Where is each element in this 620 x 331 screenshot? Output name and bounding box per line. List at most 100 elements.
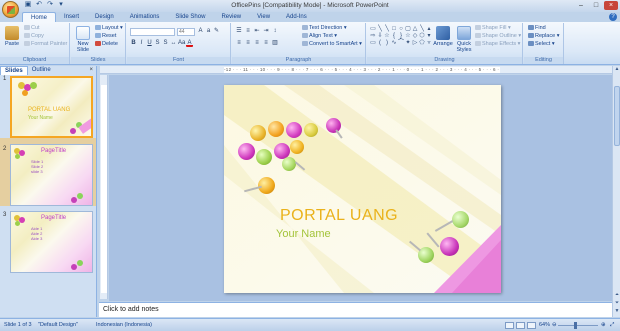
slide-show-icon[interactable] [527,322,536,329]
line-shape-icon[interactable]: ╲ [419,26,425,32]
strikethrough-icon[interactable]: S [154,40,161,47]
slide-thumbnail-1[interactable]: PORTAL UANG Your Name [10,76,93,138]
scroll-up-arrow-icon[interactable]: ▲ [613,66,620,72]
align-text-button[interactable]: Align Text ▾ [302,33,337,40]
scroll-down-arrow-icon[interactable]: ▼ [613,308,620,314]
line-spacing-icon[interactable]: ↕ [271,28,279,35]
character-spacing-icon[interactable]: ↔ [170,40,177,47]
maximize-icon[interactable]: □ [589,1,603,10]
align-left-icon[interactable]: ≡ [235,40,243,47]
oval-shape-icon[interactable]: ○ [398,26,404,32]
bold-icon[interactable]: B [130,40,137,47]
vertical-scrollbar[interactable]: ▲ ⏶ ⏷ ▼ [612,66,620,317]
close-icon[interactable]: × [604,1,618,10]
slide-thumbnail-2[interactable]: PageTitle Slide 1 Slide 2 slide 3 [10,144,93,206]
find-button[interactable]: Find [528,25,546,32]
curve-icon[interactable]: ⌒ [398,40,404,46]
arrow-right-icon[interactable]: ⇨ [370,33,376,39]
language-indicator[interactable]: Indonesian (Indonesia) [96,322,152,328]
justify-icon[interactable]: ≡ [262,40,270,47]
shadow-icon[interactable]: S [162,40,169,47]
shape-outline-button[interactable]: Shape Outline ▾ [475,33,521,40]
new-slide-button[interactable]: New Slide [73,26,93,53]
shape-fill-button[interactable]: Shape Fill ▾ [475,25,511,32]
shrink-font-icon[interactable]: a [205,28,212,35]
bracket-icon[interactable]: ( [377,40,383,46]
slide-subtitle[interactable]: Your Name [276,228,331,240]
font-size-field[interactable]: 44 [177,28,195,36]
paste-button[interactable]: Paste [3,26,21,47]
star-icon[interactable]: ✦ [405,40,411,46]
star-icon[interactable]: ☆ [405,33,411,39]
format-painter-button[interactable]: Format Painter [24,41,67,48]
align-center-icon[interactable]: ≡ [244,40,252,47]
rectangle-shape-icon[interactable]: □ [391,26,397,32]
underline-icon[interactable]: U [146,40,153,47]
text-direction-button[interactable]: Text Direction ▾ [302,25,347,32]
tab-slides[interactable]: Slides [0,66,28,75]
font-name-field[interactable] [130,28,175,36]
action-icon[interactable]: ▷ [412,40,418,46]
reset-button[interactable]: Reset [95,33,116,40]
numbering-icon[interactable]: ≡ [244,28,252,35]
shape-effects-button[interactable]: Shape Effects ▾ [475,41,520,48]
scrollbar-thumb[interactable] [614,86,620,146]
help-icon[interactable]: ? [609,13,617,21]
triangle-icon[interactable]: △ [412,26,418,32]
line-shape-icon[interactable]: ╲ [377,26,383,32]
fit-to-window-icon[interactable]: ⤢ [610,322,614,329]
pentagon-icon[interactable]: ⬠ [419,40,425,46]
cut-button[interactable]: Cut [24,25,40,32]
convert-smartart-button[interactable]: Convert to SmartArt ▾ [302,41,362,48]
brace-icon[interactable]: { [391,33,397,39]
brace-icon[interactable]: } [398,33,404,39]
copy-button[interactable]: Copy [24,33,44,40]
layout-button[interactable]: Layout ▾ [95,25,123,32]
shapes-gallery[interactable]: ▭ ╲ ╲ □ ○ ▢ △ ╲ ▴ ⇨ ⇩ ☆{} ☆ ◇ ⬡ ▾ ▭() ∿ ⌒ ✦ ▷ ⬠ ▿ [370,26,432,46]
slide-canvas[interactable]: PORTAL UANG Your Name [224,85,501,293]
arrow-icon[interactable]: ⇩ [377,33,383,39]
clear-formatting-icon[interactable]: ✎ [213,28,220,35]
zoom-slider-knob[interactable] [574,322,577,329]
close-icon[interactable]: × [89,66,93,75]
grow-font-icon[interactable]: A [197,28,204,35]
italic-icon[interactable]: I [138,40,145,47]
minimize-icon[interactable]: – [574,1,588,10]
delete-button[interactable]: Delete [95,41,118,48]
columns-icon[interactable]: ▥ [271,40,279,47]
slide-sorter-icon[interactable] [516,322,525,329]
zoom-out-icon[interactable]: ⊖ [552,322,557,328]
select-button[interactable]: Select ▾ [528,41,555,48]
tab-outline[interactable]: Outline [28,66,55,75]
align-right-icon[interactable]: ≡ [253,40,261,47]
curve-icon[interactable]: ∿ [391,40,397,46]
star-icon[interactable]: ☆ [384,33,390,39]
scroll-up-icon[interactable]: ▴ [426,26,432,32]
quick-styles-button[interactable]: Quick Styles [454,26,474,53]
bracket-icon[interactable]: ) [384,40,390,46]
normal-view-icon[interactable] [505,322,514,329]
font-color-icon[interactable]: A [186,40,193,47]
office-button[interactable] [2,1,19,18]
zoom-level[interactable]: 64% [539,322,550,328]
increase-indent-icon[interactable]: ⇥ [262,28,270,35]
hexagon-icon[interactable]: ⬡ [419,33,425,39]
replace-button[interactable]: Replace ▾ [528,33,559,40]
zoom-in-icon[interactable]: ⊕ [601,322,606,328]
notes-pane[interactable]: Click to add notes [99,302,612,317]
previous-slide-icon[interactable]: ⏶ [613,292,620,298]
more-shapes-icon[interactable]: ▿ [426,40,432,46]
slide-title[interactable]: PORTAL UANG [280,207,398,225]
change-case-icon[interactable]: Aa [178,40,185,47]
arrange-button[interactable]: Arrange [433,26,453,47]
line-shape-icon[interactable]: ╲ [384,26,390,32]
textbox-icon[interactable]: ▭ [370,26,376,32]
slide-thumbnail-3[interactable]: PageTitle Aide 1 Aide 2 Aide 3 [10,211,93,273]
decrease-indent-icon[interactable]: ⇤ [253,28,261,35]
bullets-icon[interactable]: ☰ [235,28,243,35]
scroll-down-icon[interactable]: ▾ [426,33,432,39]
rounded-rect-icon[interactable]: ▢ [405,26,411,32]
diamond-icon[interactable]: ◇ [412,33,418,39]
next-slide-icon[interactable]: ⏷ [613,300,620,306]
callout-icon[interactable]: ▭ [370,40,376,46]
